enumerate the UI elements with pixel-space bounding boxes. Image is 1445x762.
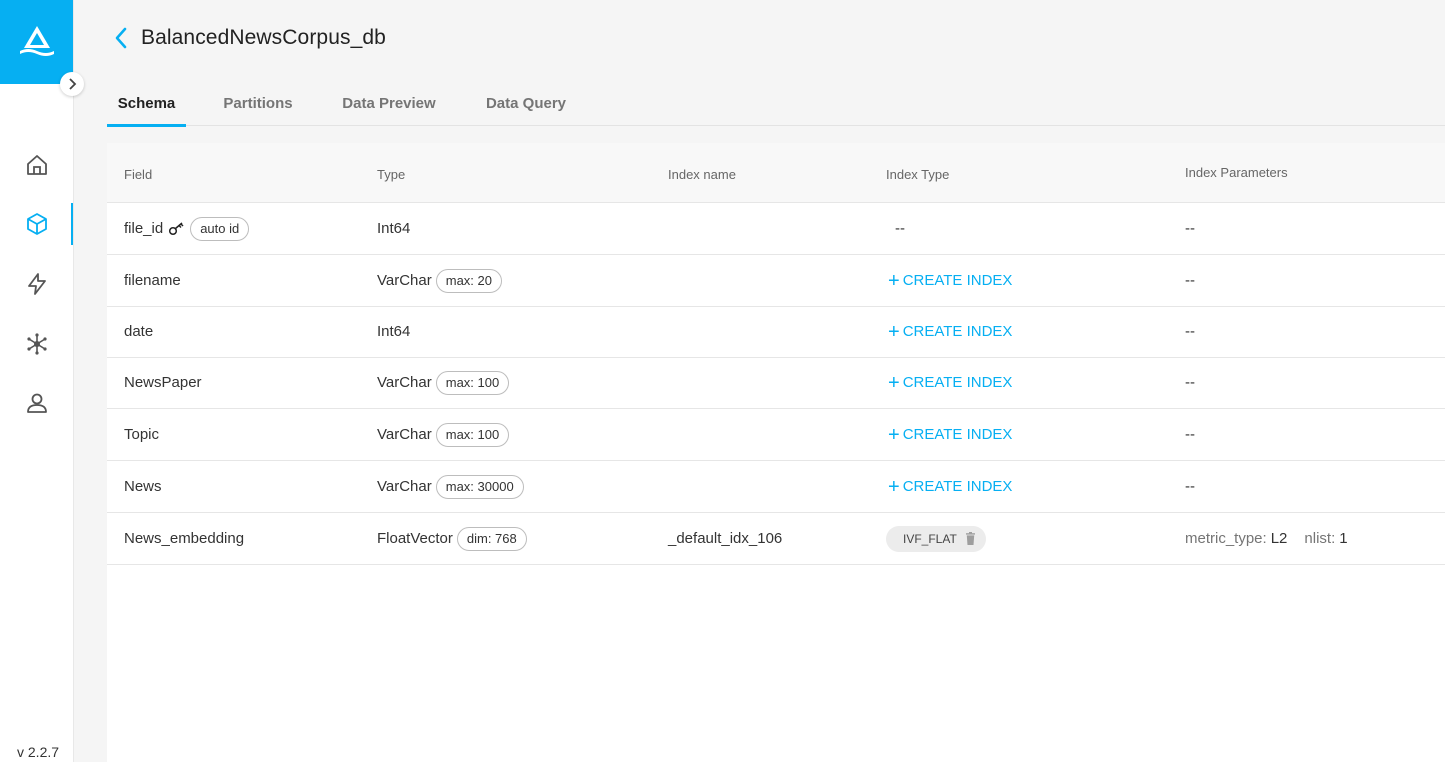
index-params-cell: --	[1185, 323, 1195, 340]
field-cell: file_id auto id	[124, 203, 250, 254]
index-type-label: IVF_FLAT	[903, 531, 957, 546]
table-row: file_id auto id Int64 -- --	[107, 203, 1445, 255]
index-params-cell: --	[1185, 374, 1195, 391]
plus-icon: +	[888, 320, 900, 343]
type-name: VarChar	[377, 426, 432, 443]
type-param-chip: dim: 768	[456, 526, 527, 551]
table-row: NewsPaper VarChar max: 100 + CREATE INDEX…	[107, 357, 1445, 409]
header-index-type: Index Type	[886, 167, 950, 182]
index-params-cell: --	[1185, 220, 1195, 237]
schema-table: Field Type Index name Index Type Index P…	[107, 143, 1445, 762]
tab-schema[interactable]: Schema	[107, 80, 186, 127]
type-cell: FloatVector dim: 768	[377, 513, 527, 564]
create-index-label: CREATE INDEX	[902, 426, 1013, 443]
header-index-params: Index Parameters	[1185, 165, 1288, 180]
type-cell: VarChar max: 100	[377, 409, 510, 460]
create-index-button[interactable]: + CREATE INDEX	[888, 306, 1012, 357]
nav-search[interactable]	[0, 263, 73, 305]
table-row: News VarChar max: 30000 + CREATE INDEX --	[107, 461, 1445, 513]
plus-icon: +	[888, 475, 900, 498]
type-name: FloatVector	[377, 530, 453, 547]
create-index-button[interactable]: + CREATE INDEX	[888, 461, 1012, 512]
type-name: VarChar	[377, 374, 432, 391]
type-name: Int64	[377, 323, 411, 340]
index-params-cell: metric_type: L2 nlist: 1	[1185, 513, 1348, 564]
field-name: Topic	[124, 426, 160, 443]
back-button[interactable]	[110, 26, 132, 50]
table-row: Topic VarChar max: 100 + CREATE INDEX --	[107, 409, 1445, 461]
lightning-icon	[27, 273, 46, 295]
metric-type-value: L2	[1270, 530, 1288, 547]
user-icon	[26, 393, 47, 413]
table-row: News_embedding FloatVector dim: 768 _def…	[107, 513, 1445, 565]
app-version: v 2.2.7	[17, 744, 60, 760]
header-type: Type	[377, 167, 406, 182]
type-cell: VarChar max: 100	[377, 357, 510, 408]
app-logo[interactable]	[0, 0, 73, 84]
sidebar-expand-button[interactable]	[60, 72, 84, 96]
type-cell: Int64	[377, 306, 410, 357]
nav-collections[interactable]	[0, 203, 73, 245]
delete-index-icon[interactable]	[965, 532, 976, 545]
tab-data-preview[interactable]: Data Preview	[333, 80, 445, 126]
nav-home[interactable]	[0, 144, 73, 186]
field-name: date	[124, 323, 154, 340]
index-params-cell: --	[1185, 478, 1195, 495]
home-icon	[26, 155, 47, 175]
create-index-label: CREATE INDEX	[902, 323, 1013, 340]
nav-users[interactable]	[0, 382, 73, 424]
auto-id-badge: auto id	[190, 216, 250, 241]
create-index-button[interactable]: + CREATE INDEX	[888, 357, 1012, 408]
plus-icon: +	[888, 269, 900, 292]
field-name: News	[124, 478, 162, 495]
tab-partitions[interactable]: Partitions	[214, 80, 302, 126]
primary-key-icon	[169, 221, 184, 235]
index-type-chip[interactable]: IVF_FLAT	[886, 525, 986, 552]
header-index-name: Index name	[668, 167, 736, 182]
sidebar: v 2.2.7	[0, 0, 84, 762]
header-field: Field	[124, 167, 153, 182]
field-name: filename	[124, 272, 181, 289]
field-name: file_id	[124, 220, 164, 237]
type-param-chip: max: 100	[435, 422, 510, 447]
type-cell: VarChar max: 30000	[377, 461, 524, 512]
index-type-cell: --	[895, 220, 905, 237]
network-icon	[26, 333, 47, 355]
index-name-cell: _default_idx_106	[668, 530, 783, 547]
plus-icon: +	[888, 371, 900, 394]
milvus-logo-icon	[19, 26, 54, 56]
index-params-cell: --	[1185, 426, 1195, 443]
table-row: date Int64 + CREATE INDEX --	[107, 306, 1445, 358]
type-param-chip: max: 30000	[435, 474, 524, 499]
type-name: Int64	[377, 220, 411, 237]
create-index-button[interactable]: + CREATE INDEX	[888, 409, 1012, 460]
create-index-label: CREATE INDEX	[902, 272, 1013, 289]
field-name: NewsPaper	[124, 374, 202, 391]
table-header: Field Type Index name Index Type Index P…	[107, 143, 1445, 203]
chevron-right-icon	[69, 78, 77, 90]
nlist-label: nlist:	[1304, 530, 1336, 547]
create-index-button[interactable]: + CREATE INDEX	[888, 255, 1012, 306]
field-name: News_embedding	[124, 530, 245, 547]
tab-bar: Schema Partitions Data Preview Data Quer…	[107, 80, 1445, 127]
metric-type-label: metric_type:	[1185, 530, 1267, 547]
type-name: VarChar	[377, 478, 432, 495]
type-param-chip: max: 20	[435, 268, 502, 293]
nlist-value: 1	[1339, 530, 1348, 547]
create-index-label: CREATE INDEX	[902, 478, 1013, 495]
page-title: BalancedNewsCorpus_db	[141, 26, 386, 49]
index-params-cell: --	[1185, 272, 1195, 289]
chevron-left-icon	[115, 27, 127, 49]
collection-icon	[26, 213, 47, 235]
type-param-chip: max: 100	[435, 370, 510, 395]
type-cell: VarChar max: 20	[377, 255, 502, 306]
index-type-cell: IVF_FLAT	[886, 513, 986, 564]
create-index-label: CREATE INDEX	[902, 374, 1013, 391]
type-cell: Int64	[377, 203, 410, 254]
type-name: VarChar	[377, 272, 432, 289]
tab-data-query[interactable]: Data Query	[476, 80, 576, 126]
nav-system[interactable]	[0, 323, 73, 365]
table-row: filename VarChar max: 20 + CREATE INDEX -…	[107, 255, 1445, 307]
plus-icon: +	[888, 423, 900, 446]
